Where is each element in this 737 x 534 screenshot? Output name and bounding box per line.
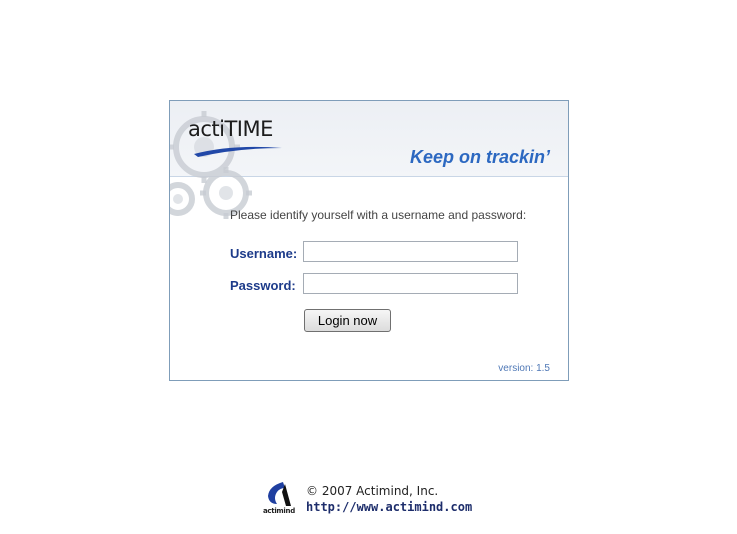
password-input[interactable] bbox=[303, 273, 518, 294]
username-label: Username: bbox=[230, 246, 298, 261]
login-panel: actiTIME Keep on trackin’ Please identif… bbox=[169, 100, 569, 381]
username-input[interactable] bbox=[303, 241, 518, 262]
copyright-text: © 2007 Actimind, Inc. bbox=[306, 484, 439, 498]
actimind-logo[interactable]: actimind bbox=[263, 480, 297, 518]
actitime-logo: actiTIME bbox=[188, 117, 282, 157]
version-label: version: 1.5 bbox=[498, 363, 550, 374]
footer: actimind © 2007 Actimind, Inc. http://ww… bbox=[263, 480, 503, 520]
login-button[interactable]: Login now bbox=[304, 309, 391, 332]
company-website-link[interactable]: http://www.actimind.com bbox=[306, 500, 472, 514]
logo-text: actiTIME bbox=[188, 117, 273, 141]
actimind-logo-label: actimind bbox=[263, 507, 295, 515]
login-instructions: Please identify yourself with a username… bbox=[230, 208, 527, 222]
actimind-logo-icon bbox=[268, 482, 291, 506]
password-label: Password: bbox=[230, 278, 296, 293]
logo-swoosh-icon bbox=[194, 146, 282, 157]
tagline: Keep on trackin’ bbox=[409, 147, 550, 167]
